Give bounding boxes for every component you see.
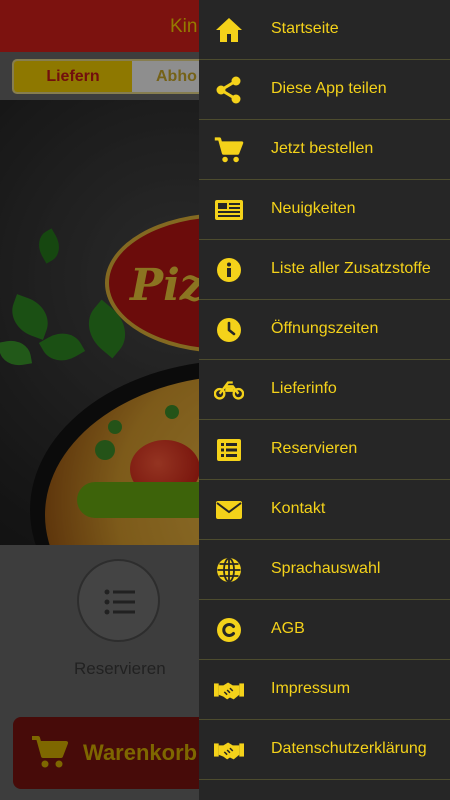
- motorcycle-icon: [214, 375, 244, 405]
- info-icon: [214, 255, 244, 285]
- envelope-icon: [214, 495, 244, 525]
- menu-item-share[interactable]: Diese App teilen: [199, 60, 450, 120]
- menu-item-label: Startseite: [271, 20, 339, 37]
- newspaper-icon: [214, 195, 244, 225]
- menu-item-label: AGB: [271, 620, 305, 637]
- menu-item-privacy[interactable]: Datenschutzerklärung: [199, 720, 450, 780]
- share-icon: [214, 75, 244, 105]
- menu-item-label: Kontakt: [271, 500, 326, 517]
- navigation-drawer: Startseite Diese App teilen Jetzt bestel…: [199, 0, 450, 800]
- list-icon: [214, 435, 244, 465]
- menu-item-label: Neuigkeiten: [271, 200, 356, 217]
- handshake-icon: [214, 735, 244, 765]
- menu-item-label: Öffnungszeiten: [271, 320, 379, 337]
- menu-item-label: Impressum: [271, 680, 351, 697]
- cart-icon: [214, 135, 244, 165]
- globe-icon: [214, 555, 244, 585]
- menu-item-label: Jetzt bestellen: [271, 140, 374, 157]
- menu-item-language[interactable]: Sprachauswahl: [199, 540, 450, 600]
- menu-item-opening-hours[interactable]: Öffnungszeiten: [199, 300, 450, 360]
- menu-item-order[interactable]: Jetzt bestellen: [199, 120, 450, 180]
- menu-item-label: Lieferinfo: [271, 380, 337, 397]
- handshake-icon: [214, 675, 244, 705]
- menu-item-contact[interactable]: Kontakt: [199, 480, 450, 540]
- menu-item-additives[interactable]: Liste aller Zusatzstoffe: [199, 240, 450, 300]
- menu-item-label: Reservieren: [271, 440, 358, 457]
- menu-item-delivery-info[interactable]: Lieferinfo: [199, 360, 450, 420]
- clock-icon: [214, 315, 244, 345]
- menu-item-label: Diese App teilen: [271, 80, 387, 97]
- partial-icon: [214, 795, 244, 800]
- copyright-icon: [214, 615, 244, 645]
- home-icon: [214, 15, 244, 45]
- menu-item-label: Sprachauswahl: [271, 560, 381, 577]
- menu-item-agb[interactable]: AGB: [199, 600, 450, 660]
- menu-item-news[interactable]: Neuigkeiten: [199, 180, 450, 240]
- menu-item-label: Liste aller Zusatzstoffe: [271, 260, 431, 277]
- menu-item-imprint[interactable]: Impressum: [199, 660, 450, 720]
- menu-item-startseite[interactable]: Startseite: [199, 0, 450, 60]
- menu-item-partial[interactable]: [199, 780, 450, 800]
- menu-item-label: Datenschutzerklärung: [271, 740, 427, 757]
- menu-item-reserve[interactable]: Reservieren: [199, 420, 450, 480]
